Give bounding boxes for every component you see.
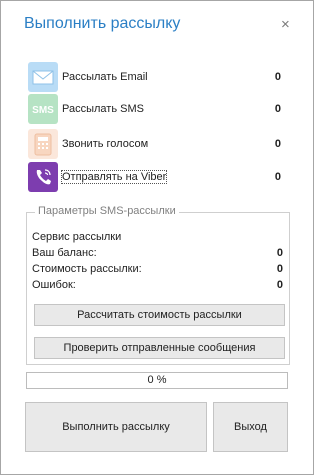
option-viber-count: 0: [274, 171, 281, 183]
option-email-count: 0: [274, 71, 281, 83]
close-icon[interactable]: ×: [281, 17, 290, 32]
option-sms-count: 0: [274, 103, 281, 115]
sms-icon: SMS: [28, 94, 58, 124]
svg-text:SMS: SMS: [32, 105, 54, 116]
cost-row: Стоимость рассылки: 0: [32, 263, 283, 275]
option-email[interactable]: Рассылать Email 0: [28, 62, 288, 92]
sms-group-title: Параметры SMS-рассылки: [35, 205, 179, 217]
option-sms[interactable]: SMS Рассылать SMS 0: [28, 94, 288, 124]
option-voice[interactable]: Звонить голосом 0: [28, 129, 288, 159]
errors-value: 0: [276, 279, 283, 291]
run-mailing-button[interactable]: Выполнить рассылку: [25, 402, 207, 452]
exit-button[interactable]: Выход: [213, 402, 288, 452]
option-viber[interactable]: Отправлять на Viber 0: [28, 162, 288, 192]
sms-parameters-group: Параметры SMS-рассылки Сервис рассылки В…: [26, 205, 290, 365]
phone-icon: [28, 129, 58, 159]
calculate-cost-button[interactable]: Рассчитать стоимость рассылки: [34, 304, 285, 326]
cost-value: 0: [276, 263, 283, 275]
option-voice-count: 0: [274, 138, 281, 150]
send-mailing-dialog: Выполнить рассылку × Рассылать Email 0 S…: [0, 0, 314, 475]
balance-value: 0: [276, 247, 283, 259]
service-row: Сервис рассылки: [32, 231, 283, 243]
progress-bar: 0 %: [26, 372, 288, 389]
errors-row: Ошибок: 0: [32, 279, 283, 291]
check-sent-messages-button[interactable]: Проверить отправленные сообщения: [34, 337, 285, 359]
dialog-title: Выполнить рассылку: [24, 15, 181, 32]
balance-row: Ваш баланс: 0: [32, 247, 283, 259]
service-label: Сервис рассылки: [32, 231, 122, 243]
option-email-label: Рассылать Email: [62, 71, 148, 83]
cost-label: Стоимость рассылки:: [32, 263, 142, 275]
option-viber-label: Отправлять на Viber: [60, 170, 168, 184]
option-sms-label: Рассылать SMS: [62, 103, 144, 115]
email-icon: [28, 62, 58, 92]
progress-text: 0 %: [147, 374, 167, 386]
option-voice-label: Звонить голосом: [62, 138, 149, 150]
balance-label: Ваш баланс:: [32, 247, 97, 259]
viber-icon: [28, 162, 58, 192]
errors-label: Ошибок:: [32, 279, 76, 291]
